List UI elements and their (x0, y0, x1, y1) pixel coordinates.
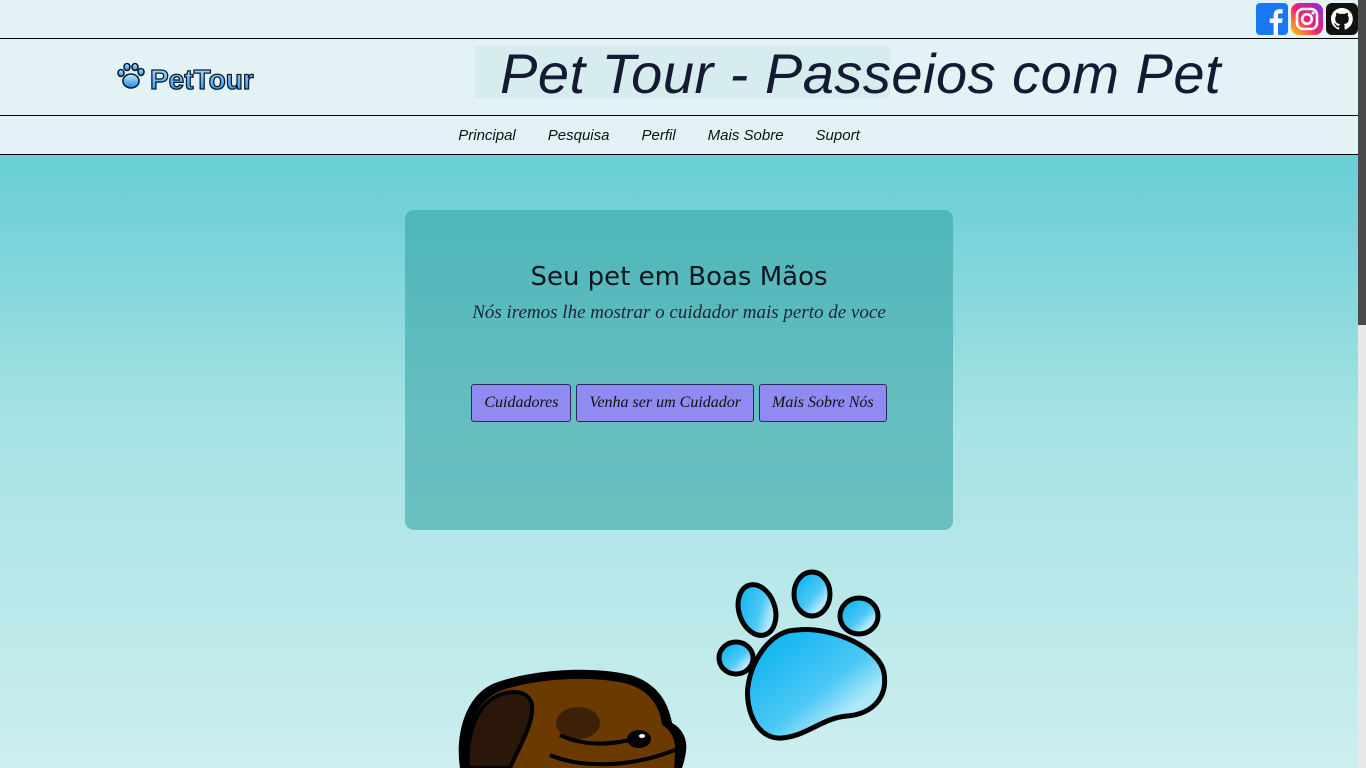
hero-card: Seu pet em Boas Mãos Nós iremos lhe most… (405, 210, 953, 530)
hero-buttons: Cuidadores Venha ser um Cuidador Mais So… (405, 384, 953, 422)
nav-item-perfil[interactable]: Perfil (641, 127, 675, 144)
page-scrollbar[interactable] (1358, 0, 1366, 768)
become-caregiver-button[interactable]: Venha ser um Cuidador (576, 384, 754, 422)
instagram-icon[interactable] (1291, 3, 1323, 35)
scrollbar-thumb[interactable] (1358, 0, 1366, 325)
github-icon[interactable] (1326, 3, 1358, 35)
paw-logo-icon (117, 62, 145, 89)
hero-heading: Seu pet em Boas Mãos (530, 262, 828, 292)
site-header: PetTour Pet Tour - Passeios com Pet (0, 38, 1358, 116)
nav-item-mais-sobre[interactable]: Mais Sobre (708, 127, 784, 144)
pettour-logo[interactable]: PetTour (114, 59, 274, 99)
nav-item-suport[interactable]: Suport (816, 127, 860, 144)
page-title: Pet Tour - Passeios com Pet (500, 42, 1222, 105)
about-us-button[interactable]: Mais Sobre Nós (759, 384, 887, 422)
top-strip (0, 0, 1358, 38)
hero-subheading: Nós iremos lhe mostrar o cuidador mais p… (472, 302, 886, 323)
facebook-icon[interactable] (1256, 3, 1288, 35)
paw-print-icon (716, 569, 888, 741)
nav-item-pesquisa[interactable]: Pesquisa (548, 127, 610, 144)
svg-text:PetTour: PetTour (150, 64, 254, 95)
dog-illustration (458, 669, 687, 768)
cuidadores-button[interactable]: Cuidadores (471, 384, 572, 422)
main-nav: Principal Pesquisa Perfil Mais Sobre Sup… (0, 116, 1358, 155)
nav-item-principal[interactable]: Principal (458, 127, 516, 144)
